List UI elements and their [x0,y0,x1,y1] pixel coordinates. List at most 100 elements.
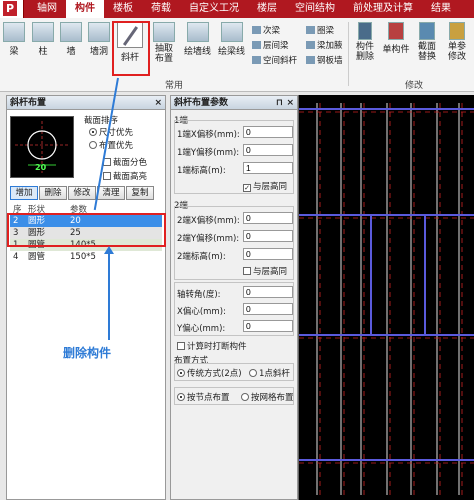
tab-1[interactable]: 构件 [66,0,104,18]
table-row[interactable]: 2 圆形 20 [10,215,162,227]
end1-elev-label: 1端标高(m): [177,166,226,176]
haunch-icon [306,41,315,49]
tab-4[interactable]: 自定义工况 [180,0,248,18]
app-logo[interactable]: P [0,0,24,18]
interstory-beam-icon [252,41,261,49]
delete-section-button[interactable]: 删除 [39,186,67,200]
layout-two-point-radio[interactable]: 传统方式(2点) [177,367,242,379]
radio-off-icon [89,141,97,149]
table-row[interactable]: 4 圆管 150*5 [10,251,162,263]
draw-wall-line-button[interactable]: 绘墙线 [184,22,211,57]
rotation-input[interactable] [243,286,293,298]
checkbox-icon [103,172,111,180]
beam-icon [3,22,25,42]
by-grid-radio[interactable]: 按网格布置 [241,391,294,403]
end2-elev-input[interactable] [243,248,293,260]
wall-opening-button[interactable]: 墙洞 [88,22,110,57]
param-panel-title: 斜杆布置参数 ⊓ × [171,96,297,110]
section-color-checkbox[interactable]: 截面分色 [103,156,147,168]
tab-8[interactable]: 结果 [422,0,460,18]
x-ecc-label: X偏心(mm): [177,307,226,317]
tab-0[interactable]: 轴网 [28,0,66,18]
end2-x-input[interactable] [243,212,293,224]
section-highlight-checkbox[interactable]: 截面高亮 [103,170,147,182]
end1-y-input[interactable] [243,144,293,156]
replace-section-button[interactable]: 截面替换 [414,22,440,62]
section-preview: 20 [10,116,74,178]
draw-beam-icon [220,22,243,42]
extract-icon [153,22,175,42]
wall-icon [60,22,82,42]
column-button[interactable]: 柱 [32,22,54,57]
sort-layout-first-radio[interactable]: 布置优先 [89,139,133,151]
sort-size-first-radio[interactable]: 尺寸优先 [89,126,133,138]
cell-param: 25 [70,228,81,238]
extract-layout-button[interactable]: 抽取布置 [150,22,178,64]
preview-dimension: 20 [35,163,47,172]
layout-one-point-radio[interactable]: 1点斜杆 [249,367,290,379]
end2-y-input[interactable] [243,230,293,242]
ring-beam-button[interactable]: 圈梁 [306,24,334,36]
param-edit-icon [449,22,465,40]
secondary-beam-button[interactable]: 次梁 [252,24,280,36]
tab-3[interactable]: 荷载 [142,0,180,18]
table-row[interactable]: 3 圆形 25 [10,227,162,239]
main-tabs: 轴网 构件 楼板 荷载 自定义工况 楼层 空间结构 前处理及计算 结果 [28,0,460,18]
end1-same-height-checkbox[interactable]: ✓ 与层高同 [243,180,287,192]
haunch-button[interactable]: 梁加腋 [306,39,343,51]
interstory-beam-button[interactable]: 层间梁 [252,39,289,51]
space-brace-icon [252,56,261,64]
tab-6[interactable]: 空间结构 [286,0,344,18]
break-member-checkbox[interactable]: 计算时打断构件 [177,340,247,352]
checkbox-checked-icon: ✓ [243,184,251,192]
delete-member-button[interactable]: 构件删除 [352,22,378,62]
brace-icon [117,22,143,48]
tab-2[interactable]: 楼板 [104,0,142,18]
beam-button[interactable]: 梁 [3,22,25,57]
tab-7[interactable]: 前处理及计算 [344,0,422,18]
tab-5[interactable]: 楼层 [248,0,286,18]
draw-beam-line-button[interactable]: 绘梁线 [218,22,245,57]
wall-button[interactable]: 墙 [60,22,82,57]
pin-icon[interactable]: ⊓ [276,96,283,110]
draw-wall-icon [186,22,209,42]
y-ecc-input[interactable] [243,320,293,332]
space-brace-button[interactable]: 空间斜杆 [252,54,297,66]
end1-elev-input[interactable] [243,162,293,174]
group-modify-label: 修改 [405,81,424,91]
logo-letter: P [3,1,17,16]
brace-panel-title: 斜杆布置 × [7,96,165,110]
modify-section-button[interactable]: 修改 [68,186,96,200]
brace-button[interactable]: 斜杆 [117,22,143,63]
column-icon [32,22,54,42]
end2-same-height-checkbox[interactable]: 与层高同 [243,265,287,277]
clean-section-button[interactable]: 清理 [97,186,125,200]
checkbox-icon [177,342,185,350]
secondary-beam-icon [252,26,261,34]
table-body: 2 圆形 20 3 圆形 25 1 圆管 140*5 4 圆管 150*5 [10,215,162,263]
group-common-label: 常用 [165,81,184,91]
model-canvas[interactable] [298,95,474,500]
steel-wall-button[interactable]: 钢板墙 [306,54,343,66]
section-table: 序 形状 参数 2 圆形 20 3 圆形 25 1 圆管 140*5 4 圆管 150*5 [10,203,162,263]
wall-opening-icon [88,22,110,42]
table-header: 序 形状 参数 [10,203,162,215]
title-bar: P 轴网 构件 楼板 荷载 自定义工况 楼层 空间结构 前处理及计算 结果 [0,0,474,18]
delete-member-callout: 删除构件 [63,346,112,360]
single-member-button[interactable]: 单构件 [382,22,410,55]
radio-on-icon [177,393,185,401]
ring-beam-icon [306,26,315,34]
cell-param: 140*5 [70,240,96,250]
close-icon[interactable]: × [154,96,162,110]
add-section-button[interactable]: 增加 [10,186,38,200]
copy-section-button[interactable]: 复制 [126,186,154,200]
cell-shape: 圆管 [28,240,46,250]
end1-x-input[interactable] [243,126,293,138]
by-node-radio[interactable]: 按节点布置 [177,391,230,403]
x-ecc-input[interactable] [243,303,293,315]
close-icon[interactable]: × [286,96,294,110]
radio-on-icon [89,128,97,136]
end2-y-label: 2端Y偏移(mm): [177,234,240,244]
table-row[interactable]: 1 圆管 140*5 [10,239,162,251]
single-param-edit-button[interactable]: 单参修改 [444,22,470,62]
